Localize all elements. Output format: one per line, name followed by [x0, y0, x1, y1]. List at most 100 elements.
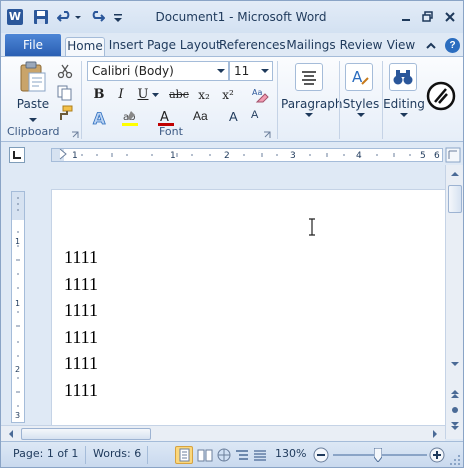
scroll-down-icon[interactable]: [448, 357, 462, 371]
close-button[interactable]: [441, 8, 459, 26]
ruler-tick-label: 1: [15, 299, 20, 308]
draft-view-button[interactable]: [251, 446, 269, 464]
shrink-font-icon[interactable]: A: [251, 109, 269, 127]
italic-button[interactable]: I: [113, 85, 129, 105]
vertical-scrollbar[interactable]: [445, 165, 463, 439]
grow-font-icon[interactable]: A: [229, 109, 247, 127]
redo-icon[interactable]: [89, 9, 106, 25]
resize-grip-icon[interactable]: [449, 454, 461, 466]
status-bar: Page: 1 of 1 Words: 6 130%: [1, 441, 463, 467]
zoom-slider[interactable]: [333, 448, 427, 462]
print-layout-view-button[interactable]: [175, 446, 193, 464]
word-count[interactable]: Words: 6: [93, 447, 141, 460]
tab-references[interactable]: References: [219, 37, 286, 57]
tab-file[interactable]: File: [5, 34, 61, 56]
scroll-left-icon[interactable]: [5, 428, 17, 440]
underline-button[interactable]: U: [135, 85, 151, 105]
restore-button[interactable]: [419, 8, 437, 26]
tab-home[interactable]: Home: [65, 37, 105, 57]
zoom-in-button[interactable]: [429, 447, 445, 463]
underline-dropdown-icon[interactable]: [152, 93, 159, 97]
styles-button[interactable]: A Styles: [341, 61, 381, 133]
undo-dropdown-icon[interactable]: [74, 9, 82, 25]
ruler-tick-label: 1: [72, 151, 78, 161]
highlight-color-icon[interactable]: ab: [121, 109, 139, 127]
font-launcher-icon[interactable]: [263, 128, 271, 138]
horizontal-ruler[interactable]: 1 1 2 3 4 5 6: [51, 148, 443, 162]
tab-insert[interactable]: Insert: [107, 37, 145, 57]
paragraph-button[interactable]: Paragraph: [281, 61, 342, 133]
select-browse-object-icon[interactable]: [448, 403, 462, 417]
document-page[interactable]: 1111 1111 1111 1111 1111 1111: [51, 189, 445, 425]
document-body[interactable]: 1111 1111 1111 1111 1111 1111: [64, 244, 98, 403]
bold-button[interactable]: B: [91, 85, 107, 105]
styles-label: Styles: [342, 97, 380, 111]
svg-text:A: A: [93, 109, 106, 127]
ruler-tick-label: 1: [170, 151, 176, 161]
page-count[interactable]: Page: 1 of 1: [13, 447, 78, 460]
word-icon[interactable]: W: [7, 9, 23, 25]
paragraph-icon: [295, 63, 323, 91]
document-line: 1111: [64, 247, 98, 267]
ruler-row: 1 1 2 3 4 5 6: [1, 143, 463, 165]
horizontal-scroll-thumb[interactable]: [21, 428, 151, 440]
tab-view[interactable]: View: [385, 37, 417, 57]
zoom-level[interactable]: 130%: [275, 447, 306, 460]
svg-text:Aa: Aa: [252, 88, 262, 97]
next-page-icon[interactable]: [448, 419, 462, 433]
customize-qat-icon[interactable]: [113, 9, 123, 25]
chevron-down-icon: [400, 113, 408, 117]
addin-icon[interactable]: [426, 81, 456, 111]
highlight-color-bar: [122, 123, 138, 126]
minimize-ribbon-icon[interactable]: [424, 39, 438, 53]
zoom-out-button[interactable]: [313, 447, 329, 463]
plus-icon: [429, 447, 445, 463]
full-screen-reading-view-button[interactable]: [196, 446, 214, 464]
cut-icon[interactable]: [57, 63, 73, 79]
ruler-tick-label: 2: [224, 151, 230, 161]
change-case-icon[interactable]: Aa: [193, 109, 217, 127]
word-window: W Document1 - Microsoft Word File Home I…: [0, 0, 464, 468]
document-line: 1111: [64, 300, 98, 320]
text-effects-icon[interactable]: A: [91, 109, 109, 129]
ruler-tick-label: 6: [434, 151, 440, 161]
copy-icon[interactable]: [57, 85, 73, 101]
restore-icon: [422, 11, 433, 22]
scroll-right-icon[interactable]: [429, 428, 441, 440]
paste-button[interactable]: Paste: [15, 61, 51, 123]
paste-dropdown-icon[interactable]: [28, 113, 38, 122]
binoculars-icon: [389, 63, 417, 91]
tab-mailings[interactable]: Mailings: [285, 37, 337, 57]
undo-icon[interactable]: [56, 9, 73, 25]
zoom-slider-thumb[interactable]: [374, 448, 383, 462]
font-name-dropdown[interactable]: Calibri (Body): [87, 61, 229, 81]
tab-page-layout[interactable]: Page Layout: [147, 37, 221, 57]
save-icon[interactable]: [33, 9, 49, 25]
clear-formatting-icon[interactable]: Aa: [251, 85, 269, 103]
scroll-up-icon[interactable]: [448, 167, 462, 181]
strikethrough-button[interactable]: abc: [167, 85, 191, 105]
help-icon[interactable]: ?: [445, 38, 460, 53]
minus-icon: [313, 447, 329, 463]
format-painter-icon[interactable]: [57, 105, 73, 121]
font-size-dropdown[interactable]: 11: [229, 61, 273, 81]
horizontal-scrollbar[interactable]: [1, 425, 445, 441]
view-ruler-icon[interactable]: [445, 147, 461, 163]
editing-button[interactable]: Editing: [383, 61, 425, 133]
previous-page-icon[interactable]: [448, 387, 462, 401]
superscript-button[interactable]: x²: [219, 85, 237, 105]
outline-view-button[interactable]: [233, 446, 251, 464]
vertical-ruler[interactable]: 1 1 2 3: [11, 191, 25, 423]
vertical-scroll-thumb[interactable]: [448, 185, 462, 213]
minimize-button[interactable]: [397, 8, 415, 26]
status-separator: [147, 446, 148, 464]
font-name-value: Calibri (Body): [92, 64, 174, 78]
tab-selector-icon[interactable]: [9, 147, 25, 163]
subscript-button[interactable]: x₂: [195, 85, 213, 105]
clipboard-launcher-icon[interactable]: [71, 128, 79, 138]
close-icon: [445, 12, 455, 22]
web-layout-view-button[interactable]: [215, 446, 233, 464]
chevron-down-icon: [217, 69, 225, 73]
tab-review[interactable]: Review: [339, 37, 383, 57]
ruler-tick-label: 5: [420, 151, 426, 161]
